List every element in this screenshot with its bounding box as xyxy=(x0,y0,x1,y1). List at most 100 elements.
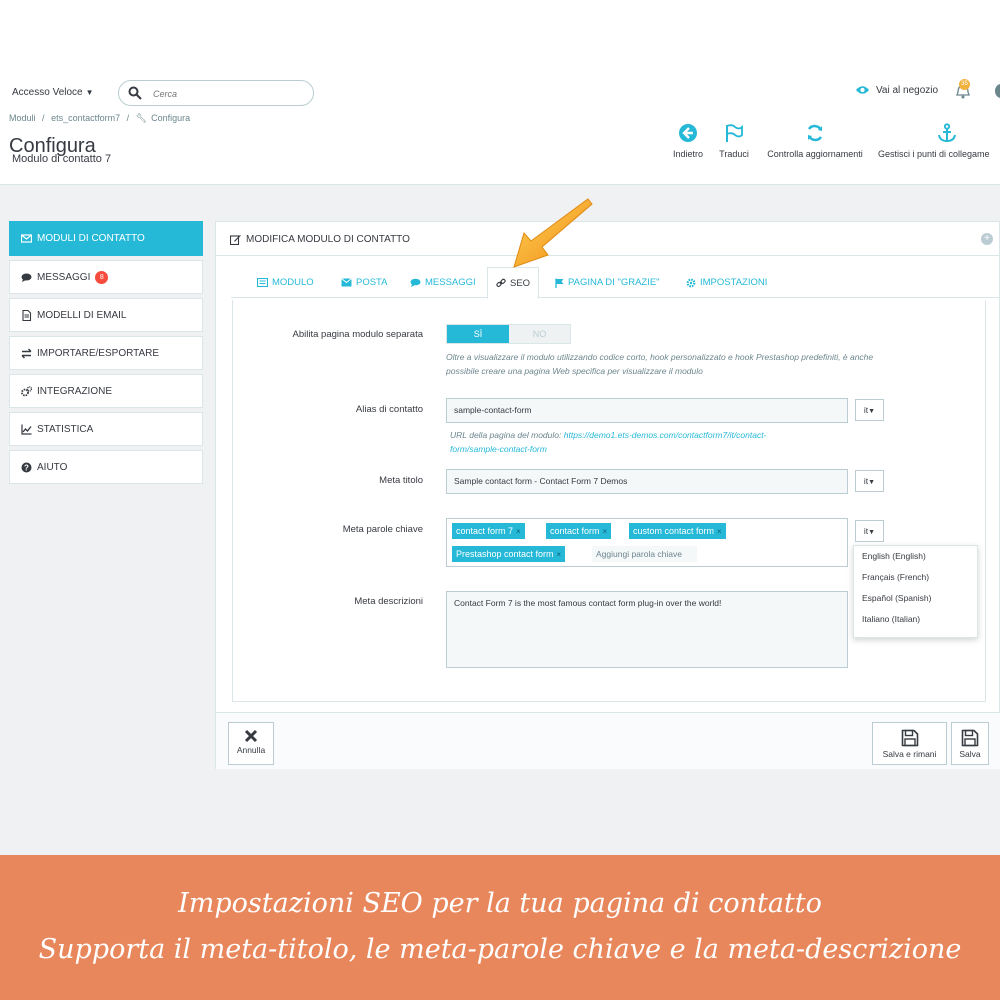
keyword-tag-label: custom contact form xyxy=(633,526,715,536)
url-help-prefix: URL della pagina del modulo: xyxy=(450,430,562,440)
edit-form-panel: MODIFICA MODULO DI CONTATTO + MODULO POS… xyxy=(215,221,1000,769)
wrench-icon: 🔧︎ xyxy=(135,113,148,123)
back-label: Indietro xyxy=(672,149,704,159)
quick-access-menu[interactable]: Accesso Veloce ▼ xyxy=(12,87,94,98)
save-button[interactable]: Salva xyxy=(951,722,989,765)
language-option[interactable]: English (English) xyxy=(854,546,977,567)
highlight-arrow-icon xyxy=(513,198,593,268)
remove-tag-icon[interactable]: × xyxy=(557,550,562,559)
sidebar-item-statistics[interactable]: STATISTICA xyxy=(9,412,203,446)
tab-label: IMPOSTAZIONI xyxy=(700,277,768,288)
keyword-tag: contact form × xyxy=(546,523,612,539)
remove-tag-icon[interactable]: × xyxy=(516,527,521,536)
breadcrumb-item[interactable]: Moduli xyxy=(9,113,36,123)
eye-icon xyxy=(855,86,870,94)
remove-tag-icon[interactable]: × xyxy=(717,527,722,536)
save-label: Salva xyxy=(959,749,981,759)
alias-label: Alias di contatto xyxy=(355,404,423,415)
form-page-url-link[interactable]: form/sample-contact-form xyxy=(450,444,547,454)
sidebar-item-label: MESSAGGI xyxy=(37,271,91,283)
translate-button[interactable]: Traduci xyxy=(714,123,754,159)
panel-footer: Annulla Salva e rimani Salva xyxy=(216,712,1000,769)
avatar[interactable] xyxy=(995,84,1000,98)
cancel-label: Annulla xyxy=(236,745,266,755)
check-updates-button[interactable]: Controlla aggiornamenti xyxy=(760,123,870,159)
switch-no[interactable]: NO xyxy=(509,325,570,343)
back-arrow-icon xyxy=(679,124,697,142)
envelope-icon xyxy=(21,234,32,243)
remove-tag-icon[interactable]: × xyxy=(603,527,608,536)
search-box[interactable] xyxy=(118,80,314,106)
language-dropdown: English (English) Français (French) Espa… xyxy=(853,545,978,638)
seo-form: Abilita pagina modulo separata SÌ NO Olt… xyxy=(232,300,986,702)
separate-page-label: Abilita pagina modulo separata xyxy=(292,329,423,340)
tab-form[interactable]: MODULO xyxy=(249,267,322,298)
top-bar: Accesso Veloce▼ Vai al negozio 35 xyxy=(0,75,1000,111)
svg-text:?: ? xyxy=(24,463,29,472)
breadcrumb-item: Configura xyxy=(151,113,191,123)
cancel-button[interactable]: Annulla xyxy=(228,722,274,765)
anchor-icon xyxy=(938,123,956,143)
manage-hooks-button[interactable]: Gestisci i punti di collegame xyxy=(878,123,1000,159)
sidebar-item-messages[interactable]: MESSAGGI 8 xyxy=(9,260,203,294)
save-and-stay-button[interactable]: Salva e rimani xyxy=(872,722,947,765)
language-option[interactable]: Español (Spanish) xyxy=(854,588,977,609)
promo-banner: Impostazioni SEO per la tua pagina di co… xyxy=(0,855,1000,1000)
save-icon xyxy=(961,729,979,747)
tab-label: PAGINA DI "GRAZIE" xyxy=(568,277,660,288)
caret-down-icon: ▼ xyxy=(868,479,876,486)
search-input[interactable] xyxy=(153,86,303,102)
panel-title-label: MODIFICA MODULO DI CONTATTO xyxy=(246,234,410,245)
sidebar-item-label: IMPORTARE/ESPORTARE xyxy=(37,347,160,359)
edit-icon xyxy=(230,235,241,245)
banner-headline: Impostazioni SEO per la tua pagina di co… xyxy=(178,888,822,919)
gear-icon xyxy=(686,278,696,287)
add-keyword-input[interactable]: Aggiungi parola chiave xyxy=(592,546,697,562)
close-icon xyxy=(244,729,258,743)
meta-title-input[interactable]: Sample contact form - Contact Form 7 Dem… xyxy=(446,469,848,494)
switch-yes[interactable]: SÌ xyxy=(447,325,509,343)
view-shop-label: Vai al negozio xyxy=(876,84,939,96)
breadcrumb-item[interactable]: ets_contactform7 xyxy=(51,113,120,123)
banner-subheadline: Supporta il meta-titolo, le meta-parole … xyxy=(38,934,962,965)
meta-description-textarea[interactable]: Contact Form 7 is the most famous contac… xyxy=(446,591,848,668)
manage-hooks-label: Gestisci i punti di collegame xyxy=(878,149,990,159)
back-button[interactable]: Indietro xyxy=(668,123,708,159)
form-icon xyxy=(257,278,268,287)
help-line: Oltre a visualizzare il modulo utilizzan… xyxy=(446,352,874,362)
language-select[interactable]: it▼ xyxy=(855,520,884,542)
save-icon xyxy=(901,729,918,747)
language-select[interactable]: it▼ xyxy=(855,470,884,492)
flag-icon xyxy=(726,124,743,142)
sidebar-item-import-export[interactable]: IMPORTARE/ESPORTARE xyxy=(9,336,203,370)
language-option[interactable]: Français (French) xyxy=(854,567,977,588)
meta-title-label: Meta titolo xyxy=(379,475,423,486)
sidebar-item-help[interactable]: ? AIUTO xyxy=(9,450,203,484)
caret-down-icon: ▼ xyxy=(85,88,94,97)
language-option[interactable]: Italiano (Italian) xyxy=(854,609,977,630)
alias-input[interactable]: sample-contact-form xyxy=(446,398,848,423)
view-shop-link[interactable]: Vai al negozio xyxy=(855,84,938,96)
meta-keywords-label: Meta parole chiave xyxy=(342,524,423,535)
url-help: URL della pagina del modulo: https://dem… xyxy=(450,428,850,456)
sidebar-item-email-templates[interactable]: MODELLI DI EMAIL xyxy=(9,298,203,332)
language-select[interactable]: it▼ xyxy=(855,399,884,421)
sidebar-item-contact-forms[interactable]: MODULI DI CONTATTO xyxy=(9,221,203,256)
notification-badge: 35 xyxy=(959,79,970,90)
tab-mail[interactable]: POSTA xyxy=(333,267,396,298)
sidebar-item-integration[interactable]: INTEGRAZIONE xyxy=(9,374,203,408)
quick-access-label: Accesso Veloce xyxy=(12,87,83,98)
page: Accesso Veloce▼ Vai al negozio 35 Moduli… xyxy=(0,0,1000,1000)
translate-label: Traduci xyxy=(719,149,749,159)
meta-keywords-input[interactable]: contact form 7 × contact form × custom con… xyxy=(446,518,848,567)
form-page-url-link[interactable]: https://demo1.ets-demos.com/contactform7… xyxy=(564,430,767,440)
separate-page-switch[interactable]: SÌ NO xyxy=(446,324,571,344)
collapse-toggle-icon[interactable]: + xyxy=(981,233,993,245)
chat-icon xyxy=(410,278,421,287)
tab-settings[interactable]: IMPOSTAZIONI xyxy=(678,267,775,298)
envelope-icon xyxy=(341,278,352,287)
caret-down-icon: ▼ xyxy=(868,408,876,415)
keyword-tag-label: contact form 7 xyxy=(456,526,514,536)
tab-messages[interactable]: MESSAGGI xyxy=(402,267,484,298)
separate-page-help: Oltre a visualizzare il modulo utilizzan… xyxy=(446,350,976,378)
